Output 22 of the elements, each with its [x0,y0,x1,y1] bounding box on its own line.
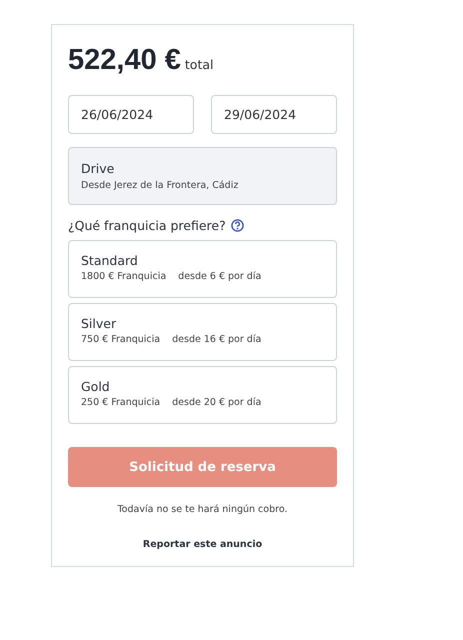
option-price: desde 16 € por día [172,334,262,345]
option-deductible: 250 € Franquicia [81,397,160,408]
question-label: ¿Qué franquicia prefiere? [68,218,226,233]
option-name: Silver [81,316,118,331]
price-amount: 522,40 € [68,44,181,77]
price-suffix: total [184,57,214,72]
option-name: Standard [81,253,139,268]
location-subtitle: Desde Jerez de la Frontera, Cádiz [81,180,240,191]
option-price: desde 20 € por día [172,397,262,408]
option-deductible: 750 € Franquicia [81,334,160,345]
deductible-option[interactable]: Silver 750 € Franquicia desde 16 € por día [68,303,337,361]
date-field[interactable]: 29/06/2024 [211,95,337,134]
option-deductible: 1800 € Franquicia [81,271,166,282]
option-name: Gold [81,379,111,394]
deductible-option[interactable]: Standard 1800 € Franquicia desde 6 € por día [68,240,337,298]
location-title: Drive [81,161,116,176]
option-price: desde 6 € por día [178,271,262,282]
deductible-option[interactable]: Gold 250 € Franquicia desde 20 € por día [68,366,337,424]
report-link[interactable]: Reportar este anuncio [142,539,262,550]
date-field[interactable]: 26/06/2024 [68,95,194,134]
help-icon[interactable] [230,219,244,232]
charge-note: Todavía no se te hará ningún cobro. [116,504,288,515]
